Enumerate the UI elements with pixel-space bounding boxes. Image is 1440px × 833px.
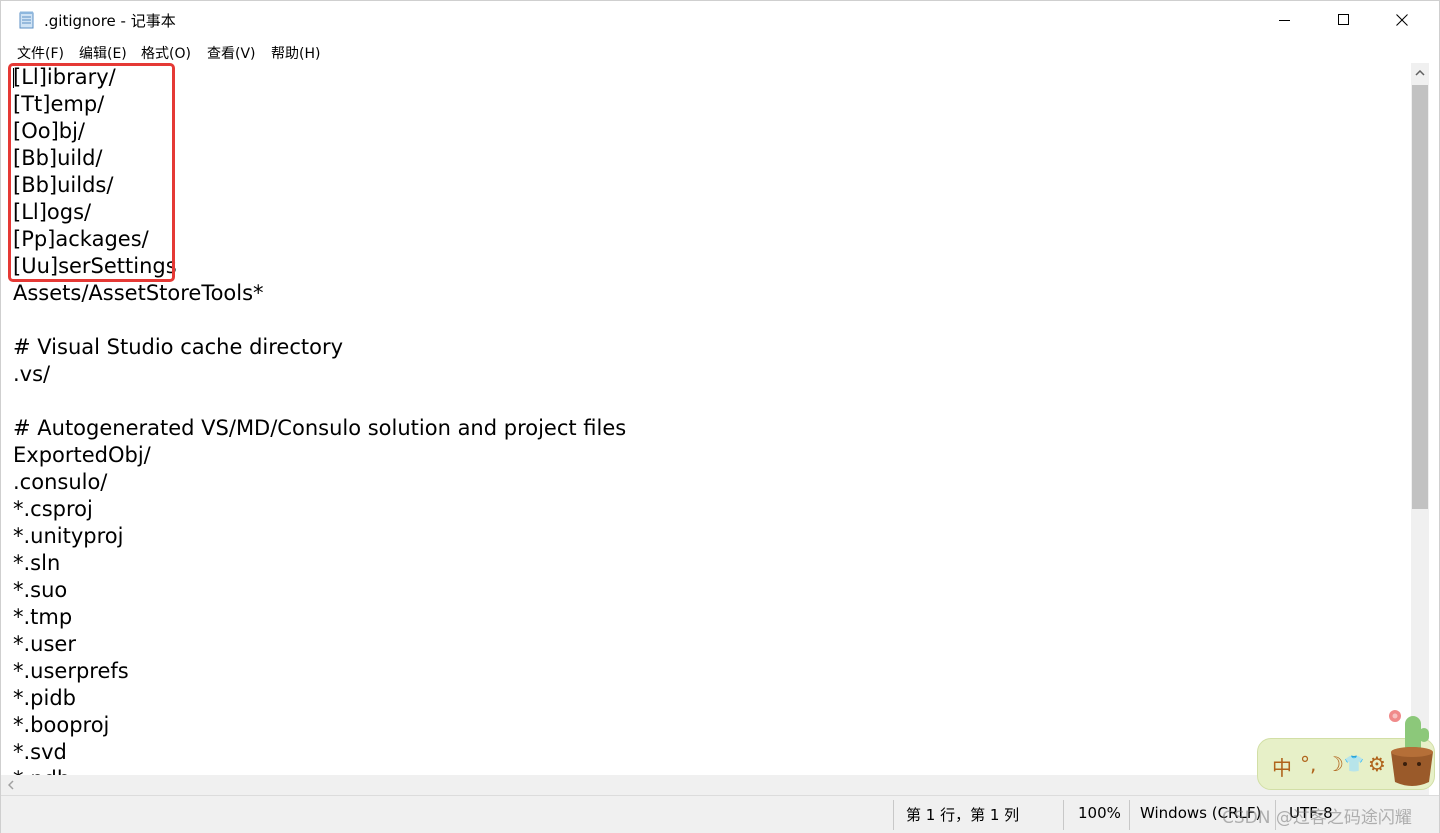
chevron-left-icon [8,780,14,790]
editor-line: .consulo/ [13,470,108,494]
menu-view[interactable]: 查看(V) [207,43,256,63]
status-cursor-position: 第 1 行，第 1 列 [906,806,1020,824]
editor-line: Assets/AssetStoreTools* [13,281,264,305]
vertical-scrollbar[interactable] [1411,63,1429,775]
close-button[interactable] [1373,1,1431,39]
close-icon [1396,14,1408,26]
editor-line: ExportedObj/ [13,443,151,467]
menu-bar: 文件(F) 编辑(E) 格式(O) 查看(V) 帮助(H) [1,39,1439,63]
editor-line: *.suo [13,578,68,602]
editor-line: *.csproj [13,497,93,521]
horizontal-scrollbar[interactable] [1,775,1411,795]
ime-punctuation[interactable]: °, [1300,752,1316,776]
notepad-window: .gitignore - 记事本 文件(F) 编辑(E) 格式(O) 查看(V)… [0,0,1440,833]
chevron-up-icon [1415,70,1425,76]
cactus-mascot-icon [1389,710,1433,786]
ime-mode-chinese[interactable]: 中 [1272,752,1292,781]
menu-help[interactable]: 帮助(H) [271,43,320,63]
scroll-left-button[interactable] [1,775,21,795]
editor-line: *.unityproj [13,524,124,548]
menu-edit[interactable]: 编辑(E) [79,43,127,63]
gear-icon[interactable]: ⚙ [1368,752,1386,776]
minimize-button[interactable] [1256,1,1314,39]
text-caret [13,68,14,88]
status-divider [1129,800,1130,830]
editor-line: *.user [13,632,76,656]
red-highlight-box [8,63,175,282]
csdn-watermark: CSDN @过客之码途闪耀 [1222,808,1412,828]
menu-format[interactable]: 格式(O) [141,43,191,63]
status-zoom: 100% [1078,804,1121,822]
title-bar[interactable]: .gitignore - 记事本 [1,1,1439,39]
shirt-icon[interactable]: 👕 [1344,754,1364,773]
editor-line: *.svd [13,740,67,764]
text-editor[interactable]: [Ll]ibrary/ [Tt]emp/ [Oo]bj/ [Bb]uild/ [… [1,63,1411,775]
editor-line: *.booproj [13,713,110,737]
editor-line: # Autogenerated VS/MD/Consulo solution a… [13,416,627,440]
status-divider [1063,800,1064,830]
minimize-icon [1279,20,1290,21]
editor-line: .vs/ [13,362,51,386]
editor-line: *.pdb [13,766,70,775]
moon-icon[interactable]: ☽ [1326,752,1344,776]
editor-line: # Visual Studio cache directory [13,335,344,359]
menu-file[interactable]: 文件(F) [17,43,64,63]
scroll-up-button[interactable] [1411,63,1429,83]
notepad-icon [19,11,35,29]
status-divider [893,800,894,830]
vertical-scroll-thumb[interactable] [1412,85,1428,509]
editor-line: *.userprefs [13,659,129,683]
window-title: .gitignore - 记事本 [44,12,176,30]
editor-line: *.tmp [13,605,73,629]
editor-line: *.sln [13,551,61,575]
editor-line: *.pidb [13,686,76,710]
maximize-icon [1338,14,1349,25]
maximize-button[interactable] [1315,1,1373,39]
